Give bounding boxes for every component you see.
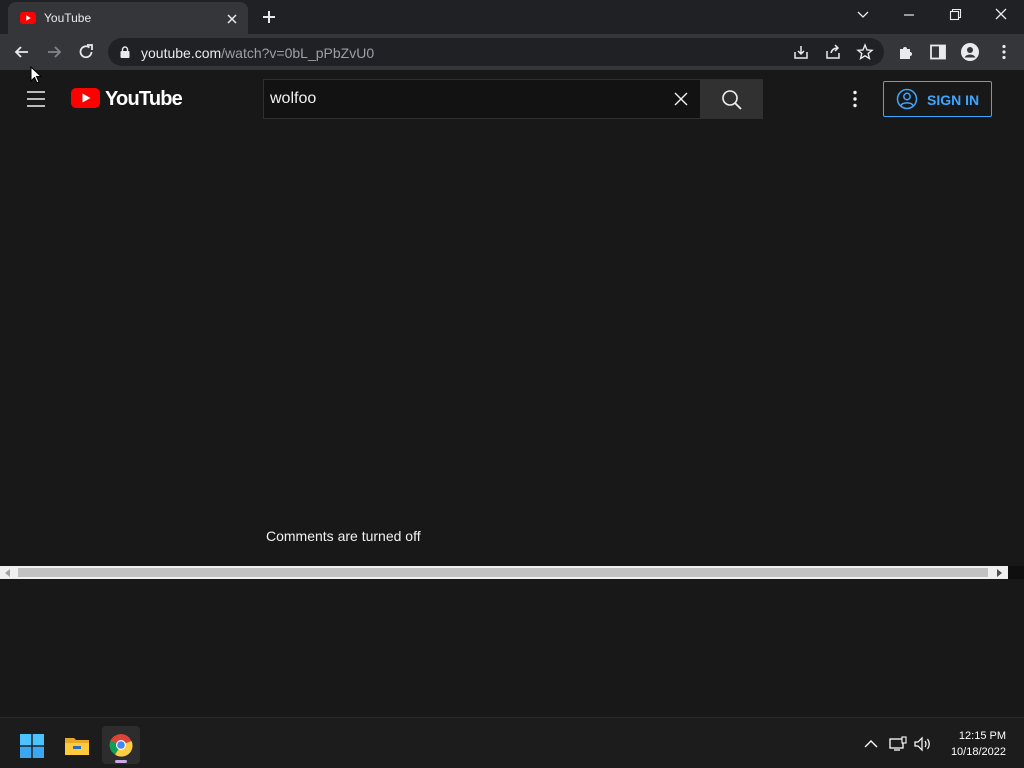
- active-app-indicator: [115, 760, 127, 763]
- folder-icon: [64, 735, 90, 757]
- chrome-menu-icon[interactable]: [994, 42, 1014, 62]
- browser-title-bar: YouTube: [0, 0, 1024, 34]
- profile-icon[interactable]: [960, 42, 980, 62]
- search-input[interactable]: wolfoo: [263, 79, 700, 119]
- sign-in-label: SIGN IN: [927, 92, 980, 108]
- tab-close-icon[interactable]: [224, 11, 240, 27]
- share-icon[interactable]: [824, 43, 842, 61]
- comments-disabled-message: Comments are turned off: [266, 528, 421, 544]
- youtube-play-logo-icon: [71, 88, 100, 108]
- tab-title: YouTube: [44, 11, 92, 25]
- file-explorer-button[interactable]: [58, 726, 96, 764]
- close-window-icon[interactable]: [990, 6, 1012, 24]
- sign-in-button[interactable]: SIGN IN: [883, 81, 992, 117]
- side-panel-icon[interactable]: [928, 42, 948, 62]
- install-app-icon[interactable]: [792, 43, 810, 61]
- lock-icon[interactable]: [120, 46, 130, 58]
- browser-tab[interactable]: YouTube: [8, 2, 248, 34]
- back-arrow-icon[interactable]: [12, 42, 32, 62]
- youtube-favicon-icon: [20, 12, 36, 24]
- guide-menu-icon[interactable]: [26, 90, 46, 108]
- reload-icon[interactable]: [76, 42, 96, 62]
- extensions-puzzle-icon[interactable]: [896, 42, 916, 62]
- horizontal-scroll-thumb[interactable]: [18, 568, 988, 577]
- chrome-logo-icon: [109, 733, 133, 757]
- tab-search-chevron-icon[interactable]: [852, 6, 874, 24]
- search-button[interactable]: [700, 79, 763, 119]
- new-tab-plus-icon[interactable]: [260, 8, 278, 26]
- volume-icon[interactable]: [914, 736, 932, 752]
- network-icon[interactable]: [889, 736, 907, 752]
- clear-search-icon[interactable]: [673, 91, 689, 107]
- page-lower-area: [0, 579, 1024, 717]
- search-query: wolfoo: [270, 90, 317, 107]
- youtube-masthead: YouTube wolfoo SIGN IN: [0, 70, 1008, 128]
- chrome-taskbar-button[interactable]: [102, 726, 140, 764]
- bookmark-star-icon[interactable]: [856, 43, 874, 61]
- horizontal-scrollbar[interactable]: [0, 566, 1008, 579]
- restore-icon[interactable]: [944, 6, 966, 24]
- youtube-page: YouTube wolfoo SIGN IN Comments are turn…: [0, 70, 1008, 566]
- scroll-right-arrow-icon[interactable]: [996, 569, 1003, 577]
- start-button[interactable]: [13, 726, 51, 764]
- browser-toolbar: youtube.com/watch?v=0bL_pPbZvU0: [0, 34, 1024, 70]
- forward-arrow-icon[interactable]: [44, 42, 64, 62]
- scroll-left-arrow-icon[interactable]: [4, 569, 11, 577]
- youtube-logo[interactable]: YouTube: [71, 88, 183, 110]
- search-icon: [721, 89, 743, 111]
- url-path: /watch?v=0bL_pPbZvU0: [221, 45, 375, 61]
- taskbar-clock-time[interactable]: 12:15 PM: [958, 730, 1006, 742]
- url-host: youtube.com: [141, 45, 222, 61]
- youtube-logo-text: YouTube: [105, 88, 183, 110]
- show-hidden-icons-chevron-icon[interactable]: [862, 736, 880, 752]
- windows-taskbar: 12:15 PM 10/18/2022: [0, 717, 1024, 768]
- settings-kebab-icon[interactable]: [850, 89, 860, 109]
- account-circle-icon: [896, 88, 918, 110]
- taskbar-clock-date[interactable]: 10/18/2022: [944, 746, 1006, 758]
- windows-logo-icon: [20, 734, 44, 758]
- address-bar[interactable]: youtube.com/watch?v=0bL_pPbZvU0: [108, 38, 884, 66]
- url-text: youtube.com/watch?v=0bL_pPbZvU0: [141, 45, 374, 61]
- minimize-icon[interactable]: [898, 6, 920, 24]
- mouse-cursor-icon: [30, 66, 42, 84]
- page-right-gutter: [1008, 70, 1024, 566]
